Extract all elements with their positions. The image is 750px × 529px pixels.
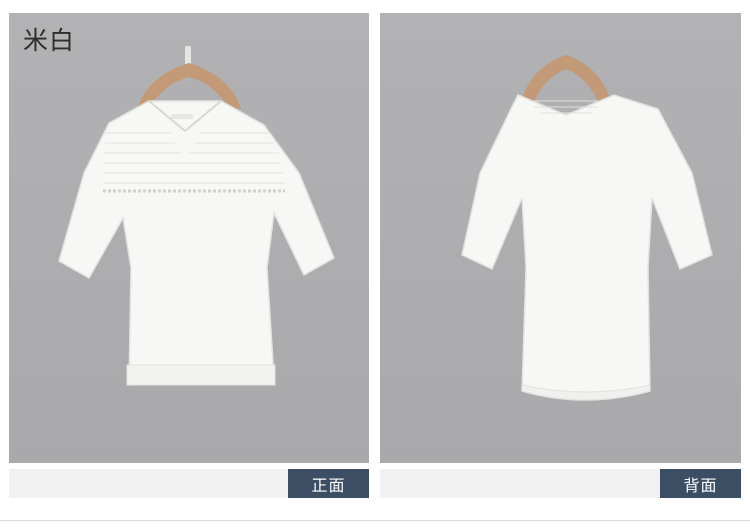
back-view-panel — [380, 13, 741, 463]
color-name-label: 米白 — [23, 26, 76, 55]
front-view-tag: 正面 — [288, 469, 369, 498]
back-garment-photo — [461, 55, 713, 401]
back-view-caption-bar: 背面 — [380, 469, 741, 498]
hanger-icon — [520, 55, 612, 107]
back-view-tag: 背面 — [660, 469, 741, 498]
front-view-panel: 米白 — [9, 13, 369, 463]
front-view-caption-bar: 正面 — [9, 469, 369, 498]
front-garment-photo — [58, 46, 335, 386]
back-shirt-image — [461, 94, 713, 401]
front-shirt-image — [58, 100, 335, 386]
bottom-divider — [0, 520, 750, 521]
